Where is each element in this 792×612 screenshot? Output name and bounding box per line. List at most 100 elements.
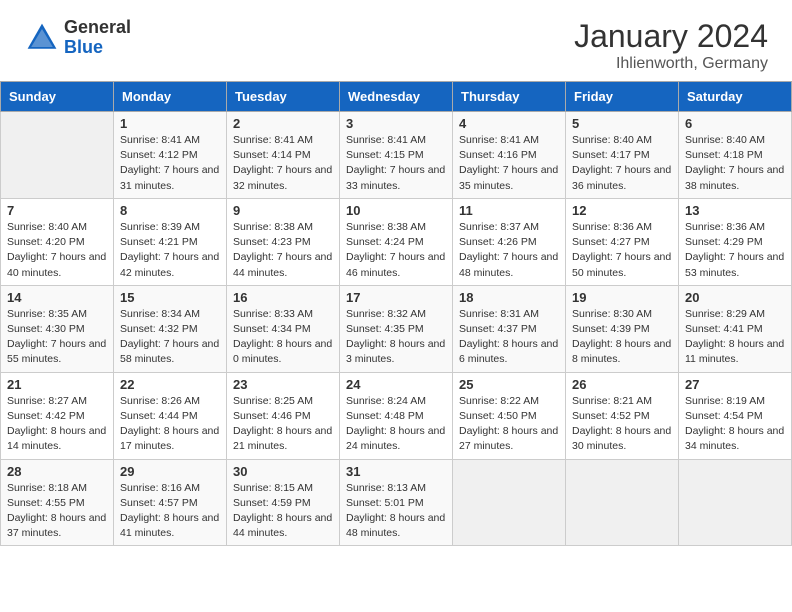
day-info: Sunrise: 8:38 AMSunset: 4:24 PMDaylight:…: [346, 220, 446, 281]
calendar-day-cell: 23 Sunrise: 8:25 AMSunset: 4:46 PMDayligh…: [227, 372, 340, 459]
calendar-day-cell: 3 Sunrise: 8:41 AMSunset: 4:15 PMDaylight…: [340, 112, 453, 199]
day-number: 13: [685, 203, 785, 218]
page-header: General Blue January 2024 Ihlienworth, G…: [0, 0, 792, 81]
calendar-day-cell: 16Sunrise: 8:33 AMSunset: 4:34 PMDayligh…: [227, 285, 340, 372]
day-info: Sunrise: 8:41 AMSunset: 4:15 PMDaylight:…: [346, 133, 446, 194]
day-info: Sunrise: 8:32 AMSunset: 4:35 PMDaylight:…: [346, 307, 446, 368]
day-info: Sunrise: 8:36 AMSunset: 4:29 PMDaylight:…: [685, 220, 785, 281]
day-number: 20: [685, 290, 785, 305]
day-info: Sunrise: 8:26 AMSunset: 4:44 PMDaylight:…: [120, 394, 220, 455]
calendar-week-row: 7 Sunrise: 8:40 AMSunset: 4:20 PMDaylight…: [1, 198, 792, 285]
day-info: Sunrise: 8:40 AMSunset: 4:18 PMDaylight:…: [685, 133, 785, 194]
day-number: 29: [120, 464, 220, 479]
day-info: Sunrise: 8:38 AMSunset: 4:23 PMDaylight:…: [233, 220, 333, 281]
calendar-day-cell: 19 Sunrise: 8:30 AMSunset: 4:39 PMDayligh…: [566, 285, 679, 372]
calendar-day-cell: [679, 459, 792, 546]
day-number: 22: [120, 377, 220, 392]
page-subtitle: Ihlienworth, Germany: [574, 55, 768, 73]
calendar-day-cell: 1 Sunrise: 8:41 AMSunset: 4:12 PMDaylight…: [114, 112, 227, 199]
logo: General Blue: [24, 18, 131, 58]
calendar-day-cell: 22 Sunrise: 8:26 AMSunset: 4:44 PMDayligh…: [114, 372, 227, 459]
day-info: Sunrise: 8:34 AMSunset: 4:32 PMDaylight:…: [120, 307, 220, 368]
weekday-header: Monday: [114, 82, 227, 112]
day-info: Sunrise: 8:24 AMSunset: 4:48 PMDaylight:…: [346, 394, 446, 455]
calendar-week-row: 1 Sunrise: 8:41 AMSunset: 4:12 PMDaylight…: [1, 112, 792, 199]
day-number: 1: [120, 116, 220, 131]
day-number: 21: [7, 377, 107, 392]
day-info: Sunrise: 8:39 AMSunset: 4:21 PMDaylight:…: [120, 220, 220, 281]
weekday-header: Wednesday: [340, 82, 453, 112]
logo-blue: Blue: [64, 38, 131, 58]
calendar-header-row: SundayMondayTuesdayWednesdayThursdayFrid…: [1, 82, 792, 112]
day-info: Sunrise: 8:40 AMSunset: 4:17 PMDaylight:…: [572, 133, 672, 194]
day-info: Sunrise: 8:41 AMSunset: 4:12 PMDaylight:…: [120, 133, 220, 194]
calendar-day-cell: [566, 459, 679, 546]
calendar-day-cell: 27 Sunrise: 8:19 AMSunset: 4:54 PMDayligh…: [679, 372, 792, 459]
calendar-day-cell: 13 Sunrise: 8:36 AMSunset: 4:29 PMDayligh…: [679, 198, 792, 285]
calendar-day-cell: 28 Sunrise: 8:18 AMSunset: 4:55 PMDayligh…: [1, 459, 114, 546]
calendar-day-cell: 18 Sunrise: 8:31 AMSunset: 4:37 PMDayligh…: [453, 285, 566, 372]
calendar-day-cell: 10 Sunrise: 8:38 AMSunset: 4:24 PMDayligh…: [340, 198, 453, 285]
day-number: 31: [346, 464, 446, 479]
title-block: January 2024 Ihlienworth, Germany: [574, 18, 768, 73]
calendar-day-cell: 9Sunrise: 8:38 AMSunset: 4:23 PMDaylight…: [227, 198, 340, 285]
calendar-day-cell: [453, 459, 566, 546]
day-number: 27: [685, 377, 785, 392]
calendar-day-cell: 2 Sunrise: 8:41 AMSunset: 4:14 PMDaylight…: [227, 112, 340, 199]
day-number: 23: [233, 377, 333, 392]
day-info: Sunrise: 8:16 AMSunset: 4:57 PMDaylight:…: [120, 481, 220, 542]
day-info: Sunrise: 8:22 AMSunset: 4:50 PMDaylight:…: [459, 394, 559, 455]
day-info: Sunrise: 8:35 AMSunset: 4:30 PMDaylight:…: [7, 307, 107, 368]
day-info: Sunrise: 8:15 AMSunset: 4:59 PMDaylight:…: [233, 481, 333, 542]
day-info: Sunrise: 8:18 AMSunset: 4:55 PMDaylight:…: [7, 481, 107, 542]
logo-icon: [24, 20, 60, 56]
calendar-day-cell: 21 Sunrise: 8:27 AMSunset: 4:42 PMDayligh…: [1, 372, 114, 459]
day-number: 3: [346, 116, 446, 131]
day-info: Sunrise: 8:31 AMSunset: 4:37 PMDaylight:…: [459, 307, 559, 368]
day-info: Sunrise: 8:25 AMSunset: 4:46 PMDaylight:…: [233, 394, 333, 455]
calendar-day-cell: 7 Sunrise: 8:40 AMSunset: 4:20 PMDaylight…: [1, 198, 114, 285]
calendar-day-cell: 4Sunrise: 8:41 AMSunset: 4:16 PMDaylight…: [453, 112, 566, 199]
calendar-day-cell: 14Sunrise: 8:35 AMSunset: 4:30 PMDayligh…: [1, 285, 114, 372]
day-number: 5: [572, 116, 672, 131]
day-number: 17: [346, 290, 446, 305]
calendar-week-row: 21 Sunrise: 8:27 AMSunset: 4:42 PMDayligh…: [1, 372, 792, 459]
day-number: 10: [346, 203, 446, 218]
calendar-day-cell: [1, 112, 114, 199]
day-info: Sunrise: 8:41 AMSunset: 4:14 PMDaylight:…: [233, 133, 333, 194]
weekday-header: Tuesday: [227, 82, 340, 112]
weekday-header: Friday: [566, 82, 679, 112]
day-info: Sunrise: 8:13 AMSunset: 5:01 PMDaylight:…: [346, 481, 446, 542]
weekday-header: Sunday: [1, 82, 114, 112]
day-info: Sunrise: 8:40 AMSunset: 4:20 PMDaylight:…: [7, 220, 107, 281]
logo-general: General: [64, 18, 131, 38]
day-number: 28: [7, 464, 107, 479]
calendar-day-cell: 5 Sunrise: 8:40 AMSunset: 4:17 PMDaylight…: [566, 112, 679, 199]
page-title: January 2024: [574, 18, 768, 55]
day-number: 2: [233, 116, 333, 131]
day-info: Sunrise: 8:30 AMSunset: 4:39 PMDaylight:…: [572, 307, 672, 368]
day-info: Sunrise: 8:21 AMSunset: 4:52 PMDaylight:…: [572, 394, 672, 455]
day-info: Sunrise: 8:33 AMSunset: 4:34 PMDaylight:…: [233, 307, 333, 368]
calendar-day-cell: 6Sunrise: 8:40 AMSunset: 4:18 PMDaylight…: [679, 112, 792, 199]
day-info: Sunrise: 8:27 AMSunset: 4:42 PMDaylight:…: [7, 394, 107, 455]
weekday-header: Saturday: [679, 82, 792, 112]
day-number: 26: [572, 377, 672, 392]
day-info: Sunrise: 8:29 AMSunset: 4:41 PMDaylight:…: [685, 307, 785, 368]
day-info: Sunrise: 8:41 AMSunset: 4:16 PMDaylight:…: [459, 133, 559, 194]
day-number: 19: [572, 290, 672, 305]
day-number: 11: [459, 203, 559, 218]
day-number: 7: [7, 203, 107, 218]
day-info: Sunrise: 8:36 AMSunset: 4:27 PMDaylight:…: [572, 220, 672, 281]
day-number: 18: [459, 290, 559, 305]
calendar-week-row: 14Sunrise: 8:35 AMSunset: 4:30 PMDayligh…: [1, 285, 792, 372]
calendar-day-cell: 26 Sunrise: 8:21 AMSunset: 4:52 PMDayligh…: [566, 372, 679, 459]
day-number: 8: [120, 203, 220, 218]
day-number: 12: [572, 203, 672, 218]
calendar-day-cell: 29 Sunrise: 8:16 AMSunset: 4:57 PMDayligh…: [114, 459, 227, 546]
calendar-day-cell: 25Sunrise: 8:22 AMSunset: 4:50 PMDayligh…: [453, 372, 566, 459]
calendar-day-cell: 12 Sunrise: 8:36 AMSunset: 4:27 PMDayligh…: [566, 198, 679, 285]
day-info: Sunrise: 8:19 AMSunset: 4:54 PMDaylight:…: [685, 394, 785, 455]
calendar-day-cell: 24 Sunrise: 8:24 AMSunset: 4:48 PMDayligh…: [340, 372, 453, 459]
day-number: 24: [346, 377, 446, 392]
